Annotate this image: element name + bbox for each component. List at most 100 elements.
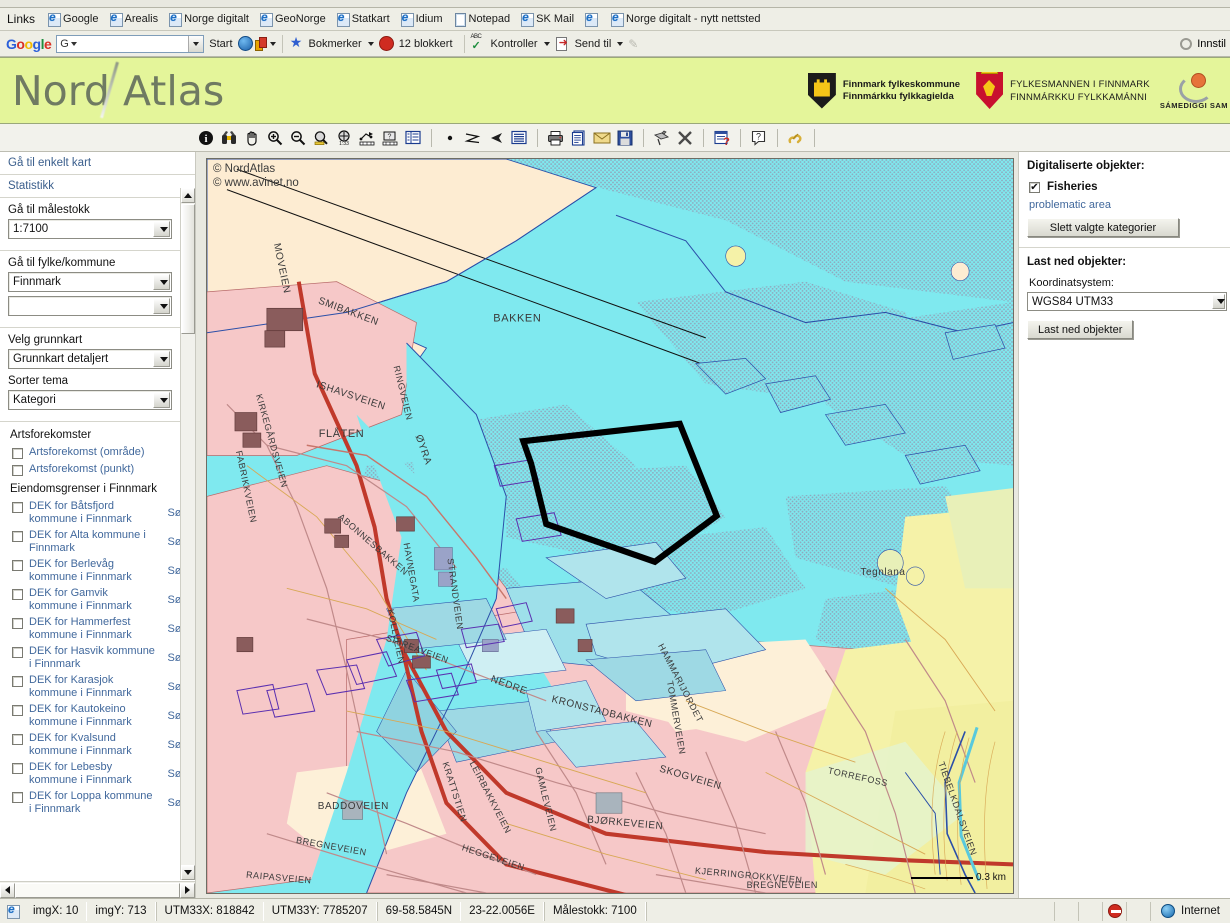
grunnkart-select[interactable]: Grunnkart detaljert xyxy=(8,349,172,369)
info-icon[interactable]: i xyxy=(196,128,216,148)
layer-checkbox[interactable] xyxy=(12,734,23,745)
chevron-down-icon[interactable] xyxy=(153,274,170,290)
layer-checkbox[interactable] xyxy=(12,763,23,774)
scroll-down-button[interactable] xyxy=(181,865,195,880)
layer-row-dek[interactable]: DEK for Lebesby kommune i Finnmark Søk xyxy=(8,759,187,788)
scroll-left-button[interactable] xyxy=(0,882,15,898)
zoom-previous-icon[interactable] xyxy=(311,128,331,148)
layer-row-artsforekomst-punkt[interactable]: Artsforekomst (punkt) xyxy=(8,461,187,478)
layer-row-dek[interactable]: DEK for Hasvik kommune i Finnmark Søk xyxy=(8,643,187,672)
fisheries-checkbox[interactable] xyxy=(1029,182,1040,193)
layer-checkbox[interactable] xyxy=(12,676,23,687)
bookmarks-button[interactable]: Bokmerker xyxy=(304,37,379,51)
digitize-line-icon[interactable] xyxy=(463,128,483,148)
blocked-counter[interactable]: 12 blokkert xyxy=(394,37,458,51)
digitize-polygon-icon[interactable] xyxy=(486,128,506,148)
map-canvas[interactable]: MOVEIEN SMIBAKKEN BAKKEN ISHAVSVEIEN RINGVEI… xyxy=(206,158,1014,894)
layer-checkbox[interactable] xyxy=(12,647,23,658)
chevron-down-icon[interactable] xyxy=(153,351,170,367)
link-google[interactable]: Google xyxy=(43,10,102,27)
delete-icon[interactable] xyxy=(675,128,695,148)
layer-checkbox[interactable] xyxy=(12,465,23,476)
link-notepad[interactable]: Notepad xyxy=(449,11,515,27)
layer-checkbox[interactable] xyxy=(12,531,23,542)
delete-selected-categories-button[interactable]: Slett valgte kategorier xyxy=(1027,218,1179,237)
scroll-track[interactable] xyxy=(15,882,180,898)
layer-row-dek[interactable]: DEK for Kautokeino kommune i Finnmark Sø… xyxy=(8,701,187,730)
layer-row-dek[interactable]: DEK for Gamvik kommune i Finnmark Søk xyxy=(8,585,187,614)
measure-area-icon[interactable]: ? xyxy=(380,128,400,148)
binoculars-icon[interactable] xyxy=(219,128,239,148)
chevron-down-icon[interactable] xyxy=(269,41,276,46)
layer-row-dek[interactable]: DEK for Alta kommune i Finnmark Søk xyxy=(8,527,187,556)
save-icon[interactable] xyxy=(615,128,635,148)
sorter-select[interactable]: Kategori xyxy=(8,390,172,410)
malestokk-select[interactable]: 1:7100 xyxy=(8,219,172,239)
identify-icon[interactable] xyxy=(652,128,672,148)
chevron-down-icon[interactable] xyxy=(153,298,170,314)
coordsys-select[interactable]: WGS84 UTM33 xyxy=(1027,292,1227,311)
digitize-point-icon[interactable] xyxy=(440,128,460,148)
privacy-blocked-icon[interactable] xyxy=(1107,904,1122,918)
pan-hand-icon[interactable] xyxy=(242,128,262,148)
link-geonorge[interactable]: GeoNorge xyxy=(255,10,330,27)
help-icon[interactable]: ? xyxy=(749,128,769,148)
layer-row-dek[interactable]: DEK for Loppa kommune i Finnmark Søk xyxy=(8,788,187,817)
link-unnamed[interactable] xyxy=(580,10,604,27)
fylke-select[interactable]: Finnmark xyxy=(8,272,172,292)
layer-checkbox[interactable] xyxy=(12,589,23,600)
map-graphic[interactable]: MOVEIENSMIBAKKEN BAKKENISHAVSVEIEN RINGVEI… xyxy=(207,159,1013,893)
check-button[interactable]: Kontroller xyxy=(486,37,555,51)
google-search-input[interactable]: G xyxy=(56,34,205,53)
layer-checkbox[interactable] xyxy=(12,502,23,513)
start-button[interactable]: Start xyxy=(204,37,237,51)
link-idium[interactable]: Idium xyxy=(396,10,447,27)
search-dropdown-button[interactable] xyxy=(188,35,204,52)
chevron-down-icon[interactable] xyxy=(153,392,170,408)
highlight-icon[interactable] xyxy=(253,36,268,51)
help-query-icon[interactable]: ? xyxy=(712,128,732,148)
sidebar-item-enkelt-kart[interactable]: Gå til enkelt kart xyxy=(0,152,195,175)
measure-distance-icon[interactable] xyxy=(357,128,377,148)
zoom-in-icon[interactable] xyxy=(265,128,285,148)
list-icon[interactable] xyxy=(509,128,529,148)
layer-checkbox[interactable] xyxy=(12,792,23,803)
link-icon[interactable] xyxy=(786,128,806,148)
sendto-button[interactable]: Send til xyxy=(570,37,629,51)
link-norge-digitalt[interactable]: Norge digitalt xyxy=(164,10,253,27)
link-statkart[interactable]: Statkart xyxy=(332,10,394,27)
sidebar-horizontal-scrollbar[interactable] xyxy=(0,881,195,898)
mail-icon[interactable] xyxy=(592,128,612,148)
link-norge-digitalt-nytt[interactable]: Norge digitalt - nytt nettsted xyxy=(606,10,765,27)
globe-icon[interactable] xyxy=(237,36,253,51)
kommune-select[interactable] xyxy=(8,296,172,316)
scroll-thumb[interactable] xyxy=(181,204,195,334)
download-objects-button[interactable]: Last ned objekter xyxy=(1027,320,1134,339)
spellcheck-icon[interactable] xyxy=(471,34,486,52)
settings-icon[interactable] xyxy=(1180,37,1193,50)
report-icon[interactable] xyxy=(569,128,589,148)
scroll-up-button[interactable] xyxy=(181,188,195,203)
map-toolbar[interactable]: i 1:33 ? ? ? xyxy=(0,124,1230,152)
highlighter-icon[interactable]: ✎ xyxy=(628,37,638,51)
layer-row-dek[interactable]: DEK for Båtsfjord kommune i Finnmark Søk xyxy=(8,498,187,527)
link-arealis[interactable]: Arealis xyxy=(105,10,163,27)
layer-checkbox[interactable] xyxy=(12,448,23,459)
legend-icon[interactable] xyxy=(403,128,423,148)
status-zone[interactable]: Internet xyxy=(1150,901,1230,921)
sidebar-item-statistikk[interactable]: Statistikk xyxy=(0,175,195,198)
chevron-down-icon[interactable] xyxy=(1212,294,1225,309)
zoom-out-icon[interactable] xyxy=(288,128,308,148)
layer-row-dek[interactable]: DEK for Karasjok kommune i Finnmark Søk xyxy=(8,672,187,701)
sidebar-vertical-scrollbar[interactable] xyxy=(180,188,195,880)
status-privacy-slot[interactable] xyxy=(1102,901,1126,921)
chevron-down-icon[interactable] xyxy=(153,221,170,237)
layer-row-dek[interactable]: DEK for Hammerfest kommune i Finnmark Sø… xyxy=(8,614,187,643)
fisheries-row[interactable]: Fisheries xyxy=(1027,178,1222,198)
scroll-right-button[interactable] xyxy=(180,882,195,898)
layer-row-dek[interactable]: DEK for Kvalsund kommune i Finnmark Søk xyxy=(8,730,187,759)
layer-checkbox[interactable] xyxy=(12,705,23,716)
link-sk-mail[interactable]: SK Mail xyxy=(516,10,578,27)
print-icon[interactable] xyxy=(546,128,566,148)
problematic-area-link[interactable]: problematic area xyxy=(1027,198,1222,218)
